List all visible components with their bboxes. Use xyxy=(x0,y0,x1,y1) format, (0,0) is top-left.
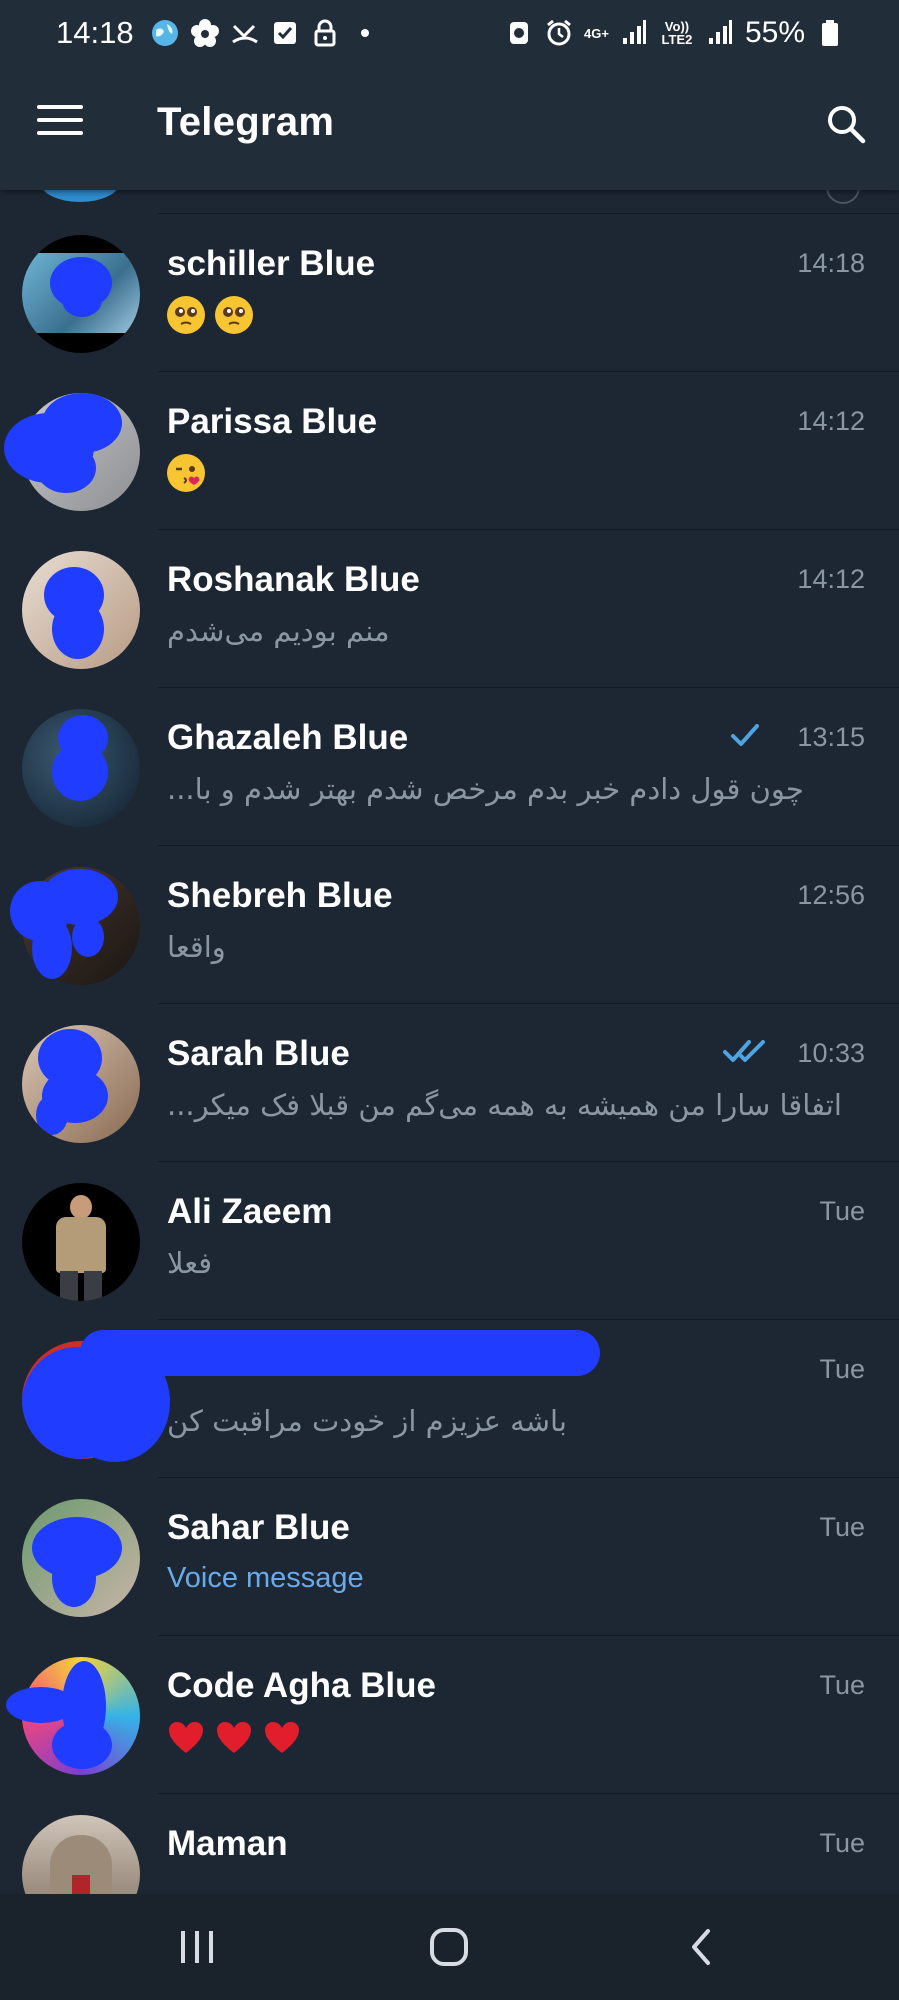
heart-icon xyxy=(217,1722,252,1753)
avatar xyxy=(10,867,140,985)
chat-name: Code Agha Blue xyxy=(167,1666,436,1705)
chat-name: Ghazaleh Blue xyxy=(167,718,409,757)
chat-preview: باشه عزیزم از خودت مراقبت کن xyxy=(167,1404,567,1438)
chat-preview: فعلا xyxy=(167,1246,213,1280)
chat-row-sarah[interactable]: Sarah Blue 10:33 اتفاقا سارا من همیشه به… xyxy=(0,1004,899,1162)
heart-icon xyxy=(169,1722,203,1753)
back-icon[interactable] xyxy=(676,1924,726,1970)
chat-preview: منم بودیم می‌شدم xyxy=(167,614,390,648)
signal-icon-2 xyxy=(705,18,735,48)
chat-list[interactable]: schiller Blue 14:18 Parissa Blue 14:12 R… xyxy=(0,190,899,1894)
avatar xyxy=(22,1815,140,1894)
battery-percent: 55% xyxy=(744,16,805,49)
chat-name: schiller Blue xyxy=(167,244,376,283)
redaction-scribble xyxy=(60,1342,170,1462)
chat-row-redacted[interactable]: Tue باشه عزیزم از خودت مراقبت کن xyxy=(0,1320,899,1478)
chat-time: Tue xyxy=(819,1512,865,1542)
alarm-icon xyxy=(544,18,574,48)
avatar xyxy=(22,551,140,669)
partial-chat-row[interactable] xyxy=(0,190,899,214)
read-double-check-icon xyxy=(723,1040,765,1062)
chat-time: Tue xyxy=(819,1196,865,1226)
avatar xyxy=(22,1025,140,1143)
chat-preview-emoji xyxy=(167,1720,303,1756)
avatar xyxy=(4,393,140,511)
signal-icon xyxy=(619,18,649,48)
heart-icon xyxy=(265,1722,300,1753)
sent-check-icon xyxy=(731,724,759,746)
dot-icon xyxy=(350,18,380,48)
avatar xyxy=(22,1183,140,1301)
search-icon[interactable] xyxy=(824,102,868,146)
pleading-face-icon xyxy=(167,296,205,334)
chat-time: 12:56 xyxy=(797,880,865,910)
toolbar: Telegram xyxy=(0,66,899,190)
chat-row-shebreh[interactable]: Shebreh Blue 12:56 واقعا xyxy=(0,846,899,1004)
lock-icon xyxy=(310,18,340,48)
chat-row-ali-zaeem[interactable]: Ali Zaeem Tue فعلا xyxy=(0,1162,899,1320)
app-title: Telegram xyxy=(157,100,335,144)
battery-icon xyxy=(815,18,845,48)
chat-row-schiller[interactable]: schiller Blue 14:18 xyxy=(0,214,899,372)
chat-time: 10:33 xyxy=(797,1038,865,1068)
chat-preview-voice: Voice message xyxy=(167,1562,364,1594)
chat-time: Tue xyxy=(819,1670,865,1700)
badge-icon xyxy=(826,190,860,204)
chat-name: Sahar Blue xyxy=(167,1508,350,1547)
chat-row-parissa[interactable]: Parissa Blue 14:12 xyxy=(0,372,899,530)
chat-name: Roshanak Blue xyxy=(167,560,420,599)
globe-icon xyxy=(150,18,180,48)
chat-time: Tue xyxy=(819,1354,865,1384)
chat-time: 14:12 xyxy=(797,406,865,436)
avatar xyxy=(22,235,140,353)
chat-row-ghazaleh[interactable]: Ghazaleh Blue 13:15 چون قول دادم خبر بدم… xyxy=(0,688,899,846)
kiss-face-icon xyxy=(167,454,205,492)
chat-time: 13:15 xyxy=(797,722,865,752)
chat-row-code-agha[interactable]: Code Agha Blue Tue xyxy=(0,1636,899,1794)
status-left: 14:18 xyxy=(56,15,380,51)
avatar xyxy=(22,709,140,827)
chat-time: 14:12 xyxy=(797,564,865,594)
hamburger-menu-icon[interactable] xyxy=(36,100,84,140)
chat-name: Parissa Blue xyxy=(167,402,378,441)
chat-row-maman[interactable]: Maman Tue xyxy=(0,1794,899,1894)
status-time: 14:18 xyxy=(56,15,134,50)
avatar xyxy=(22,1499,140,1617)
flower-icon xyxy=(190,18,220,48)
chat-name: Maman xyxy=(167,1824,288,1863)
home-icon[interactable] xyxy=(424,1924,474,1970)
volte-label: Vo)) LTE2 xyxy=(661,19,693,47)
chat-time: Tue xyxy=(819,1828,865,1858)
chat-name: Sarah Blue xyxy=(167,1034,350,1073)
data-saver-icon xyxy=(504,18,534,48)
system-nav-bar xyxy=(0,1894,899,2000)
status-right: 4G+ Vo)) LTE2 55% xyxy=(504,16,845,50)
chat-preview: چون قول دادم خبر بدم مرخص شدم بهتر شدم و… xyxy=(167,772,804,806)
chat-preview: واقعا xyxy=(167,930,226,964)
network-type: 4G+ xyxy=(584,25,609,41)
chat-name: Shebreh Blue xyxy=(167,876,393,915)
avatar xyxy=(40,190,120,202)
chat-name: Ali Zaeem xyxy=(167,1192,333,1231)
avatar xyxy=(6,1657,140,1775)
chat-time: 14:18 xyxy=(797,248,865,278)
checkbox-icon xyxy=(270,18,300,48)
status-bar: 14:18 4G+ Vo)) LTE2 55% xyxy=(0,0,899,66)
chat-row-roshanak[interactable]: Roshanak Blue 14:12 منم بودیم می‌شدم xyxy=(0,530,899,688)
pleading-face-icon xyxy=(215,296,254,334)
chat-row-sahar[interactable]: Sahar Blue Tue Voice message xyxy=(0,1478,899,1636)
chat-preview-emoji xyxy=(167,296,255,334)
chat-preview-emoji xyxy=(167,454,207,492)
app-header: 14:18 4G+ Vo)) LTE2 55% Telegram xyxy=(0,0,899,190)
chat-preview: اتفاقا سارا من همیشه به همه می‌گم من قبل… xyxy=(167,1088,842,1122)
recent-apps-icon[interactable] xyxy=(172,1924,222,1970)
missed-call-icon xyxy=(230,18,260,48)
